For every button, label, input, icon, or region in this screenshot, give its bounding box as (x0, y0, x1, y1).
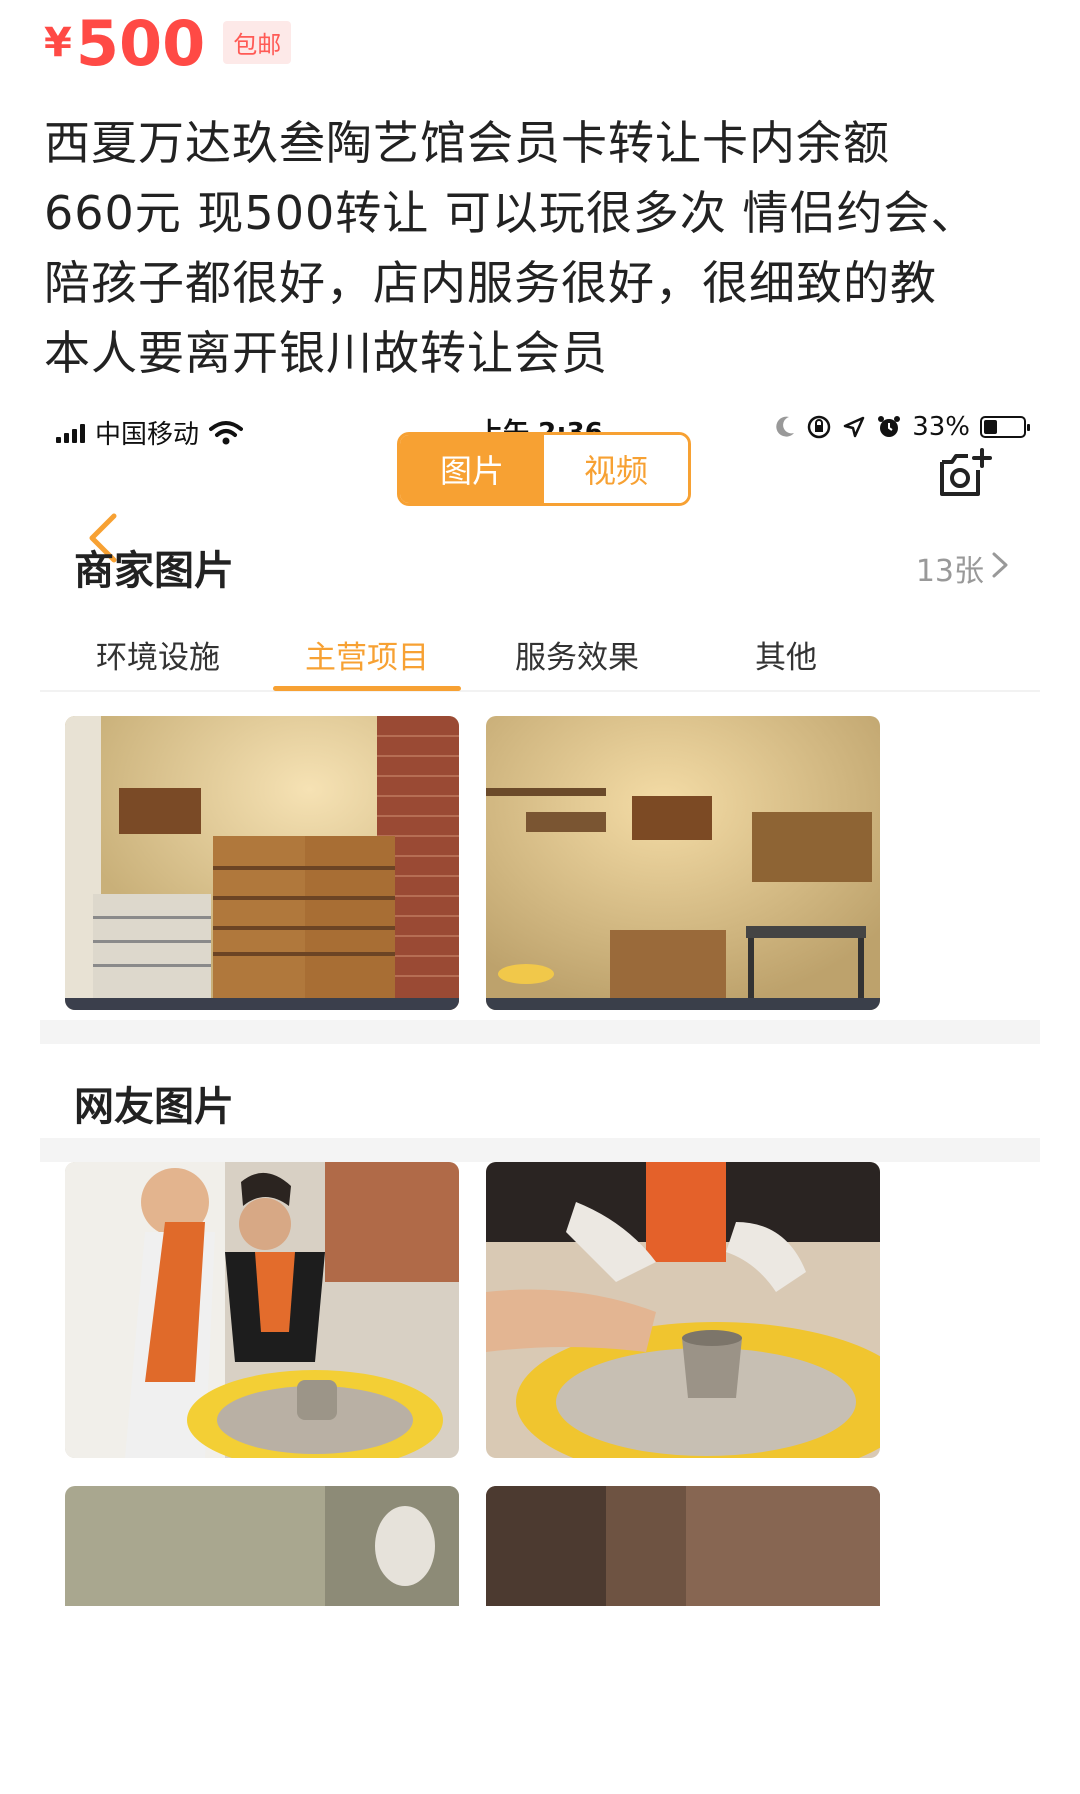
battery-level-fill (984, 420, 997, 434)
user-photos-title: 网友图片 (74, 1084, 234, 1130)
battery-icon (980, 416, 1030, 438)
segment-photos[interactable]: 图片 (400, 435, 544, 503)
merchant-photo-count: 13张 (915, 554, 984, 589)
free-shipping-badge: 包邮 (223, 21, 292, 64)
user-photo[interactable] (65, 1162, 459, 1458)
tab-environment[interactable]: 环境设施 (58, 632, 258, 677)
description-line: 本人要离开银川故转让会员 (44, 326, 608, 380)
couple-pottery-wheel-image (65, 1162, 459, 1458)
pottery-photo-image (486, 1486, 880, 1606)
merchant-photo[interactable] (65, 716, 459, 1010)
category-tabs: 环境设施 主营项目 服务效果 其他 (40, 622, 1040, 692)
lock-rotation-icon (807, 415, 831, 439)
chevron-right-icon (992, 552, 1008, 578)
tab-service-results[interactable]: 服务效果 (477, 632, 677, 677)
camera-add-icon[interactable] (936, 448, 994, 502)
pottery-studio-shelves-image (65, 716, 459, 1010)
merchant-photo[interactable] (486, 716, 880, 1010)
segment-videos[interactable]: 视频 (544, 435, 688, 503)
user-photo[interactable] (486, 1486, 880, 1606)
status-bar-right: 33% (774, 412, 1030, 442)
active-tab-indicator (273, 686, 461, 691)
price-value: 500 (75, 7, 206, 80)
section-divider (40, 1020, 1040, 1044)
user-photo[interactable] (65, 1486, 459, 1606)
page: ¥ 500 包邮 西夏万达玖叁陶艺馆会员卡转让卡内余额 660元 现500转让 … (0, 0, 1080, 1794)
price-row: ¥ 500 包邮 (44, 0, 292, 80)
user-photo[interactable] (486, 1162, 880, 1458)
battery-percent: 33% (912, 412, 970, 442)
pottery-studio-wall-image (486, 716, 880, 1010)
tab-other[interactable]: 其他 (686, 632, 886, 677)
merchant-photos-title: 商家图片 (74, 548, 234, 594)
section-divider (40, 1138, 1040, 1162)
user-photos-header: 网友图片 (40, 1064, 1040, 1134)
merchant-photos-header[interactable]: 商家图片 13张 (40, 528, 1040, 598)
location-icon (843, 416, 865, 438)
embedded-app-screenshot: 中国移动 上午 2:36 33% 图片 视频 商家图片 13张 环境设施 主营项… (40, 400, 1040, 1794)
hands-shaping-clay-image (486, 1162, 880, 1458)
media-segment-control: 图片 视频 (397, 432, 691, 506)
description-line: 西夏万达玖叁陶艺馆会员卡转让卡内余额 (44, 116, 890, 170)
moon-icon (776, 416, 795, 437)
price-currency: ¥ (44, 20, 72, 66)
description-line: 陪孩子都很好，店内服务很好，很细致的教 (44, 256, 937, 310)
pottery-photo-image (65, 1486, 459, 1606)
alarm-icon (878, 416, 901, 437)
tab-main-services[interactable]: 主营项目 (267, 632, 467, 677)
listing-description: 西夏万达玖叁陶艺馆会员卡转让卡内余额 660元 现500转让 可以玩很多次 情侣… (44, 108, 1054, 388)
description-line: 660元 现500转让 可以玩很多次 情侣约会、 (44, 186, 978, 240)
